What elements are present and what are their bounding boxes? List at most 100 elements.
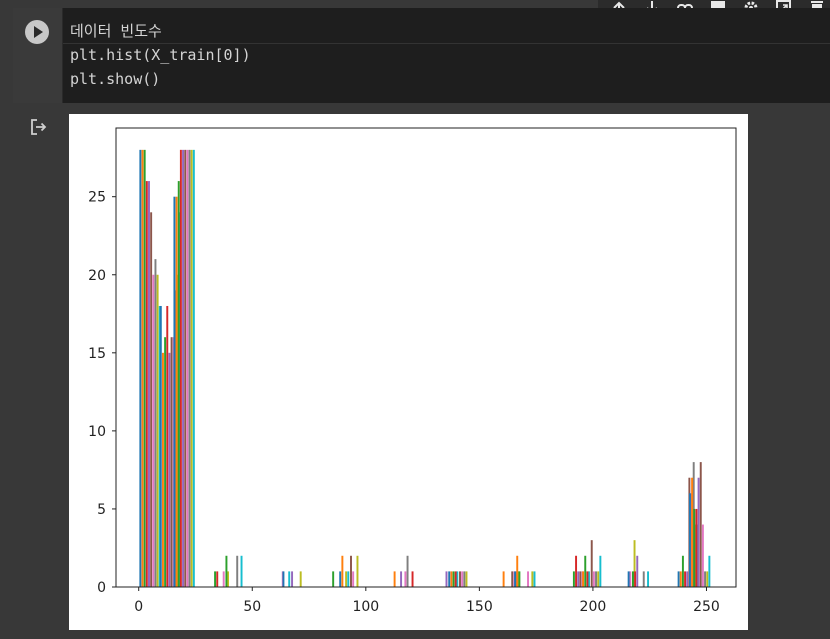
- hist-bar: [575, 555, 578, 587]
- hist-bar: [188, 149, 191, 587]
- hist-bar: [139, 149, 142, 587]
- hist-bar: [352, 571, 355, 587]
- hist-bar: [586, 571, 589, 587]
- hist-bar: [634, 571, 637, 587]
- hist-bar: [595, 571, 598, 587]
- x-tick-label: 200: [580, 599, 607, 615]
- hist-bar: [299, 571, 302, 587]
- hist-bar: [186, 149, 189, 587]
- hist-bar: [533, 571, 536, 587]
- x-tick-label: 100: [352, 599, 379, 615]
- hist-bar: [339, 571, 342, 587]
- hist-bar: [404, 571, 407, 587]
- hist-bar: [190, 149, 193, 587]
- hist-bar: [282, 571, 285, 587]
- hist-bar: [225, 555, 228, 587]
- hist-bar: [236, 555, 239, 587]
- run-cell-button[interactable]: [25, 20, 49, 44]
- hist-bar: [636, 555, 639, 587]
- code-line-1[interactable]: 데이터 빈도수: [70, 21, 162, 41]
- hist-bar: [400, 571, 403, 587]
- hist-bar: [240, 555, 243, 587]
- hist-bar: [699, 462, 702, 587]
- hist-bar: [159, 305, 162, 587]
- code-line-3[interactable]: plt.show(): [70, 69, 160, 89]
- code-line-2[interactable]: plt.hist(X_train[0]): [70, 45, 251, 65]
- x-tick-label: 250: [693, 599, 720, 615]
- hist-bar: [182, 149, 185, 587]
- hist-bar: [350, 555, 352, 587]
- hist-bar: [216, 571, 219, 587]
- hist-bar: [701, 524, 704, 587]
- hist-bar: [150, 212, 153, 587]
- hist-bar: [332, 571, 335, 587]
- hist-bar: [170, 337, 173, 587]
- hist-bar: [452, 571, 455, 587]
- hist-bar: [177, 181, 180, 587]
- output-redirect-icon[interactable]: [30, 118, 48, 136]
- hist-bar: [152, 274, 155, 587]
- x-tick-label: 0: [134, 599, 143, 615]
- hist-bar: [156, 274, 159, 587]
- y-tick-label: 25: [88, 190, 106, 206]
- hist-bar: [141, 149, 144, 587]
- hist-bar: [448, 571, 451, 587]
- hist-bar: [599, 555, 602, 587]
- plot-output: 0 50 100 150 200 250 0 5 10 15 20 25: [69, 114, 748, 630]
- hist-bar: [288, 571, 291, 587]
- hist-bar: [590, 540, 593, 587]
- hist-bar: [582, 571, 585, 587]
- hist-bar: [445, 571, 448, 587]
- hist-bar: [154, 259, 157, 587]
- hist-bar: [677, 571, 680, 587]
- histogram-chart: 0 50 100 150 200 250 0 5 10 15 20 25: [88, 127, 737, 615]
- hist-bar: [708, 555, 711, 587]
- hist-bar: [695, 508, 698, 587]
- hist-bar: [168, 352, 171, 587]
- hist-bar: [577, 571, 580, 587]
- hist-bar: [454, 571, 457, 587]
- hist-bar: [691, 477, 694, 587]
- hist-bar: [572, 571, 575, 587]
- hist-bar: [679, 571, 682, 587]
- cell-gutter: [13, 8, 62, 103]
- hist-bar: [214, 571, 217, 587]
- code-editor[interactable]: 데이터 빈도수 plt.hist(X_train[0]) plt.show(): [63, 8, 830, 103]
- hist-bar: [684, 571, 687, 587]
- hist-bar: [681, 555, 684, 587]
- y-tick-label: 10: [88, 424, 106, 440]
- hist-bar: [192, 149, 195, 587]
- x-tick-label: 50: [243, 599, 261, 615]
- hist-bar: [514, 571, 517, 587]
- hist-bar: [642, 571, 645, 587]
- y-tick-label: 20: [88, 268, 106, 284]
- hist-bar: [531, 571, 534, 587]
- code-cell[interactable]: 데이터 빈도수 plt.hist(X_train[0]) plt.show(): [13, 8, 830, 103]
- hist-bar: [511, 571, 514, 587]
- hist-bar: [341, 555, 344, 587]
- hist-bar: [175, 196, 178, 587]
- hist-bar: [631, 571, 634, 587]
- y-tick-label: 5: [97, 502, 106, 518]
- hist-bar: [143, 149, 146, 587]
- hist-bar: [686, 571, 689, 587]
- plot-frame: [115, 127, 737, 588]
- hist-bar: [693, 508, 696, 587]
- hist-bar: [179, 149, 182, 587]
- hist-bar: [688, 493, 691, 587]
- hist-bar: [184, 149, 187, 587]
- hist-bar: [345, 571, 348, 587]
- hist-bar: [592, 571, 595, 587]
- hist-bar: [161, 352, 164, 587]
- hist-bar: [527, 571, 529, 587]
- hist-bar: [697, 477, 700, 587]
- y-tick-label: 15: [88, 346, 106, 362]
- hist-bar: [173, 196, 176, 587]
- hist-bar: [647, 571, 650, 587]
- hist-bar: [347, 571, 350, 587]
- hist-bar: [516, 555, 519, 587]
- hist-bar: [704, 571, 707, 587]
- hist-bar: [502, 571, 505, 587]
- hist-bar: [393, 571, 396, 587]
- hist-bar: [463, 571, 466, 587]
